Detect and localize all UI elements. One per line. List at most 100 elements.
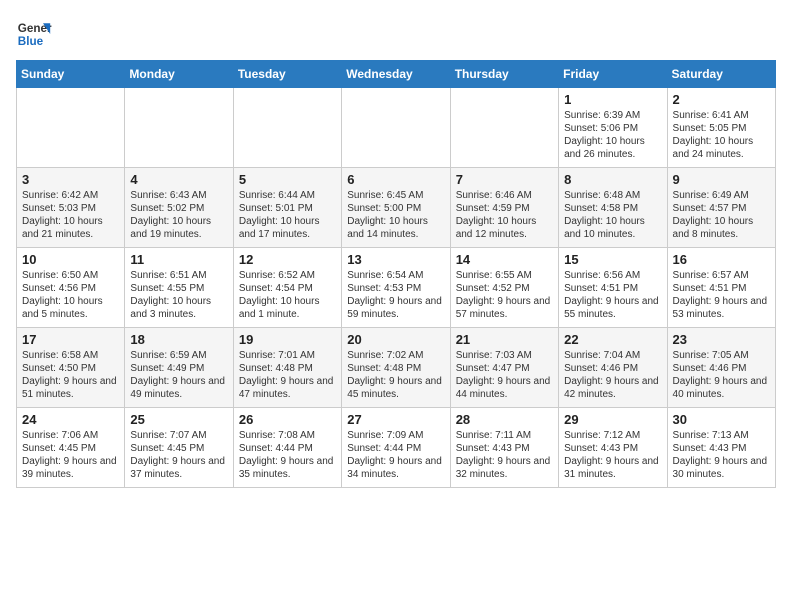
day-info: Daylight: 10 hours and 24 minutes. [673, 135, 770, 161]
day-info: Daylight: 10 hours and 5 minutes. [22, 295, 119, 321]
calendar-cell: 14 Sunrise: 6:55 AMSunset: 4:52 PMDayligh… [450, 248, 558, 328]
day-number: 10 [22, 252, 119, 267]
day-info: Daylight: 10 hours and 12 minutes. [456, 215, 553, 241]
day-info: Sunrise: 6:57 AM [673, 269, 770, 282]
day-number: 9 [673, 172, 770, 187]
day-info: Sunset: 4:48 PM [239, 362, 336, 375]
day-info: Sunrise: 6:39 AM [564, 109, 661, 122]
calendar-cell: 18 Sunrise: 6:59 AMSunset: 4:49 PMDayligh… [125, 328, 233, 408]
day-number: 21 [456, 332, 553, 347]
day-info: Sunrise: 7:08 AM [239, 429, 336, 442]
day-info: Sunrise: 7:05 AM [673, 349, 770, 362]
day-info: Sunrise: 6:49 AM [673, 189, 770, 202]
day-info: Sunset: 4:51 PM [673, 282, 770, 295]
day-number: 2 [673, 92, 770, 107]
day-info: Sunset: 4:52 PM [456, 282, 553, 295]
calendar-cell: 22Sunrise: 7:04 AMSunset: 4:46 PMDayligh… [559, 328, 667, 408]
day-info: Daylight: 9 hours and 47 minutes. [239, 375, 336, 401]
day-info: Daylight: 9 hours and 35 minutes. [239, 455, 336, 481]
day-info: Daylight: 9 hours and 51 minutes. [22, 375, 119, 401]
day-number: 24 [22, 412, 119, 427]
day-info: Sunrise: 7:09 AM [347, 429, 444, 442]
calendar-cell: 19Sunrise: 7:01 AMSunset: 4:48 PMDayligh… [233, 328, 341, 408]
day-info: Sunset: 5:02 PM [130, 202, 227, 215]
day-number: 16 [673, 252, 770, 267]
day-info: Sunset: 4:53 PM [347, 282, 444, 295]
day-info: Daylight: 9 hours and 49 minutes. [130, 375, 227, 401]
day-info: Sunset: 4:47 PM [456, 362, 553, 375]
day-info: Daylight: 9 hours and 30 minutes. [673, 455, 770, 481]
day-info: Daylight: 9 hours and 32 minutes. [456, 455, 553, 481]
day-info: Daylight: 9 hours and 34 minutes. [347, 455, 444, 481]
calendar-cell [342, 88, 450, 168]
calendar-cell: 15Sunrise: 6:56 AMSunset: 4:51 PMDayligh… [559, 248, 667, 328]
day-info: Sunrise: 6:59 AM [130, 349, 227, 362]
day-number: 18 [130, 332, 227, 347]
day-info: Sunset: 4:58 PM [564, 202, 661, 215]
calendar-cell: 16 Sunrise: 6:57 AMSunset: 4:51 PMDayligh… [667, 248, 775, 328]
day-info: Daylight: 10 hours and 1 minute. [239, 295, 336, 321]
day-info: Sunrise: 7:01 AM [239, 349, 336, 362]
day-number: 14 [456, 252, 553, 267]
day-info: Sunset: 4:46 PM [673, 362, 770, 375]
calendar-cell: 6Sunrise: 6:45 AMSunset: 5:00 PMDaylight… [342, 168, 450, 248]
day-info: Daylight: 9 hours and 55 minutes. [564, 295, 661, 321]
calendar-cell: 9Sunrise: 6:49 AMSunset: 4:57 PMDaylight… [667, 168, 775, 248]
day-info: Sunset: 4:43 PM [456, 442, 553, 455]
calendar-cell: 4Sunrise: 6:43 AMSunset: 5:02 PMDaylight… [125, 168, 233, 248]
calendar-cell: 17Sunrise: 6:58 AMSunset: 4:50 PMDayligh… [17, 328, 125, 408]
day-info: Daylight: 9 hours and 57 minutes. [456, 295, 553, 321]
day-number: 13 [347, 252, 444, 267]
day-number: 15 [564, 252, 661, 267]
day-number: 29 [564, 412, 661, 427]
day-number: 12 [239, 252, 336, 267]
day-number: 8 [564, 172, 661, 187]
day-number: 11 [130, 252, 227, 267]
day-info: Daylight: 9 hours and 39 minutes. [22, 455, 119, 481]
day-info: Sunset: 4:48 PM [347, 362, 444, 375]
day-info: Sunset: 5:00 PM [347, 202, 444, 215]
day-number: 26 [239, 412, 336, 427]
day-info: Sunrise: 7:13 AM [673, 429, 770, 442]
day-info: Sunset: 4:43 PM [673, 442, 770, 455]
day-number: 23 [673, 332, 770, 347]
day-info: Sunset: 4:45 PM [22, 442, 119, 455]
day-number: 20 [347, 332, 444, 347]
day-info: Sunrise: 6:50 AM [22, 269, 119, 282]
day-number: 25 [130, 412, 227, 427]
day-info: Daylight: 9 hours and 53 minutes. [673, 295, 770, 321]
day-info: Daylight: 10 hours and 26 minutes. [564, 135, 661, 161]
calendar-cell [450, 88, 558, 168]
day-info: Sunrise: 6:48 AM [564, 189, 661, 202]
day-info: Sunrise: 7:07 AM [130, 429, 227, 442]
day-info: Sunset: 4:49 PM [130, 362, 227, 375]
day-info: Sunrise: 6:54 AM [347, 269, 444, 282]
day-info: Sunrise: 7:03 AM [456, 349, 553, 362]
day-info: Sunset: 5:01 PM [239, 202, 336, 215]
day-info: Sunrise: 7:12 AM [564, 429, 661, 442]
day-info: Sunrise: 6:43 AM [130, 189, 227, 202]
day-number: 22 [564, 332, 661, 347]
day-info: Sunset: 4:57 PM [673, 202, 770, 215]
day-info: Sunrise: 7:06 AM [22, 429, 119, 442]
weekday-header-wednesday: Wednesday [342, 61, 450, 88]
calendar-cell: 30Sunrise: 7:13 AMSunset: 4:43 PMDayligh… [667, 408, 775, 488]
day-number: 5 [239, 172, 336, 187]
day-number: 17 [22, 332, 119, 347]
day-number: 3 [22, 172, 119, 187]
day-info: Sunset: 4:44 PM [347, 442, 444, 455]
day-info: Sunrise: 6:44 AM [239, 189, 336, 202]
day-info: Daylight: 9 hours and 31 minutes. [564, 455, 661, 481]
day-info: Sunrise: 6:42 AM [22, 189, 119, 202]
calendar-cell: 27Sunrise: 7:09 AMSunset: 4:44 PMDayligh… [342, 408, 450, 488]
day-info: Sunrise: 7:02 AM [347, 349, 444, 362]
day-info: Sunrise: 7:04 AM [564, 349, 661, 362]
calendar-cell: 13Sunrise: 6:54 AMSunset: 4:53 PMDayligh… [342, 248, 450, 328]
day-info: Daylight: 10 hours and 17 minutes. [239, 215, 336, 241]
day-info: Daylight: 10 hours and 10 minutes. [564, 215, 661, 241]
day-info: Sunset: 4:54 PM [239, 282, 336, 295]
day-info: Sunrise: 6:55 AM [456, 269, 553, 282]
day-number: 7 [456, 172, 553, 187]
day-info: Sunset: 4:45 PM [130, 442, 227, 455]
day-number: 28 [456, 412, 553, 427]
